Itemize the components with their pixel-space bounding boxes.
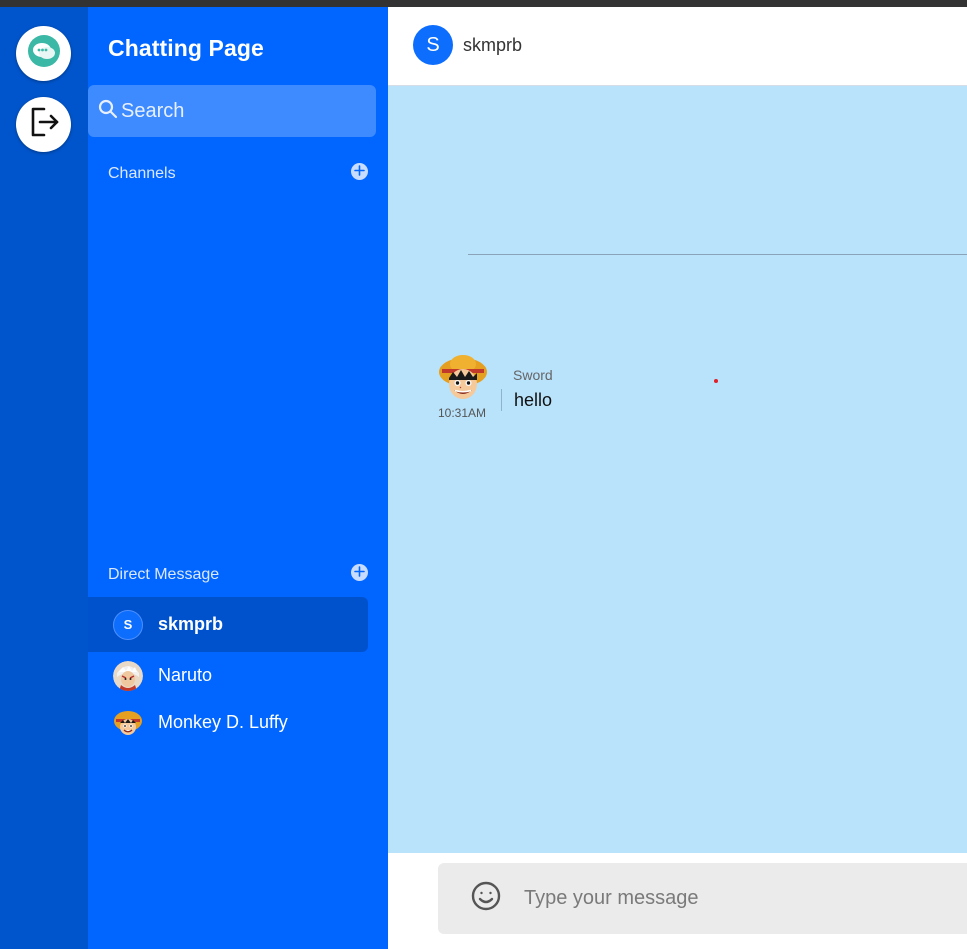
app-title: Chatting Page: [108, 35, 264, 61]
date-divider: [468, 254, 967, 255]
chat-app-button[interactable]: [16, 26, 71, 81]
chat-header: S skmprb: [388, 7, 967, 86]
add-direct-message-button[interactable]: [351, 564, 368, 581]
plus-icon: [354, 163, 365, 181]
direct-message-section-title: Direct Message: [108, 566, 220, 583]
logout-button[interactable]: [16, 97, 71, 152]
chat-panel: S skmprb 10:31AM Sword hello: [388, 7, 967, 949]
naruto-avatar: [113, 660, 143, 691]
message-accent-bar: [501, 389, 502, 411]
sidebar: Chatting Page Search Channels Direct Mes…: [88, 7, 388, 949]
smiley-icon: [470, 880, 502, 917]
message-sender: Sword: [513, 367, 553, 383]
channels-section-title: Channels: [108, 165, 176, 182]
chat-bubbles-icon: [27, 34, 61, 73]
dm-item-label: Naruto: [158, 665, 213, 685]
logout-icon: [27, 105, 61, 144]
message-input-box: [438, 863, 967, 934]
search-icon: [98, 99, 118, 124]
message-text: hello: [514, 390, 553, 410]
message-input[interactable]: [524, 887, 944, 910]
search-label: Search: [121, 99, 185, 122]
icon-rail: [0, 7, 88, 949]
plus-icon: [354, 564, 365, 582]
search-box[interactable]: Search: [88, 85, 376, 137]
dm-item-monkey-d-luffy[interactable]: Monkey D. Luffy: [88, 695, 368, 750]
window-top-edge: [0, 0, 967, 7]
cursor-dot: [714, 379, 718, 383]
chat-recipient-name[interactable]: skmprb: [463, 35, 522, 56]
message-timestamp: 10:31AM: [438, 406, 487, 420]
avatar: S: [113, 609, 143, 640]
emoji-button[interactable]: [470, 880, 502, 917]
luffy-avatar: [113, 707, 143, 738]
add-channel-button[interactable]: [351, 163, 368, 180]
dm-item-skmprb[interactable]: S skmprb: [88, 597, 368, 652]
message-composer: [388, 853, 967, 949]
avatar[interactable]: S: [413, 25, 453, 65]
dm-item-label: skmprb: [158, 614, 224, 634]
luffy-avatar: [438, 352, 488, 402]
dm-item-label: Monkey D. Luffy: [158, 712, 288, 732]
message-list[interactable]: 10:31AM Sword hello: [388, 86, 967, 853]
